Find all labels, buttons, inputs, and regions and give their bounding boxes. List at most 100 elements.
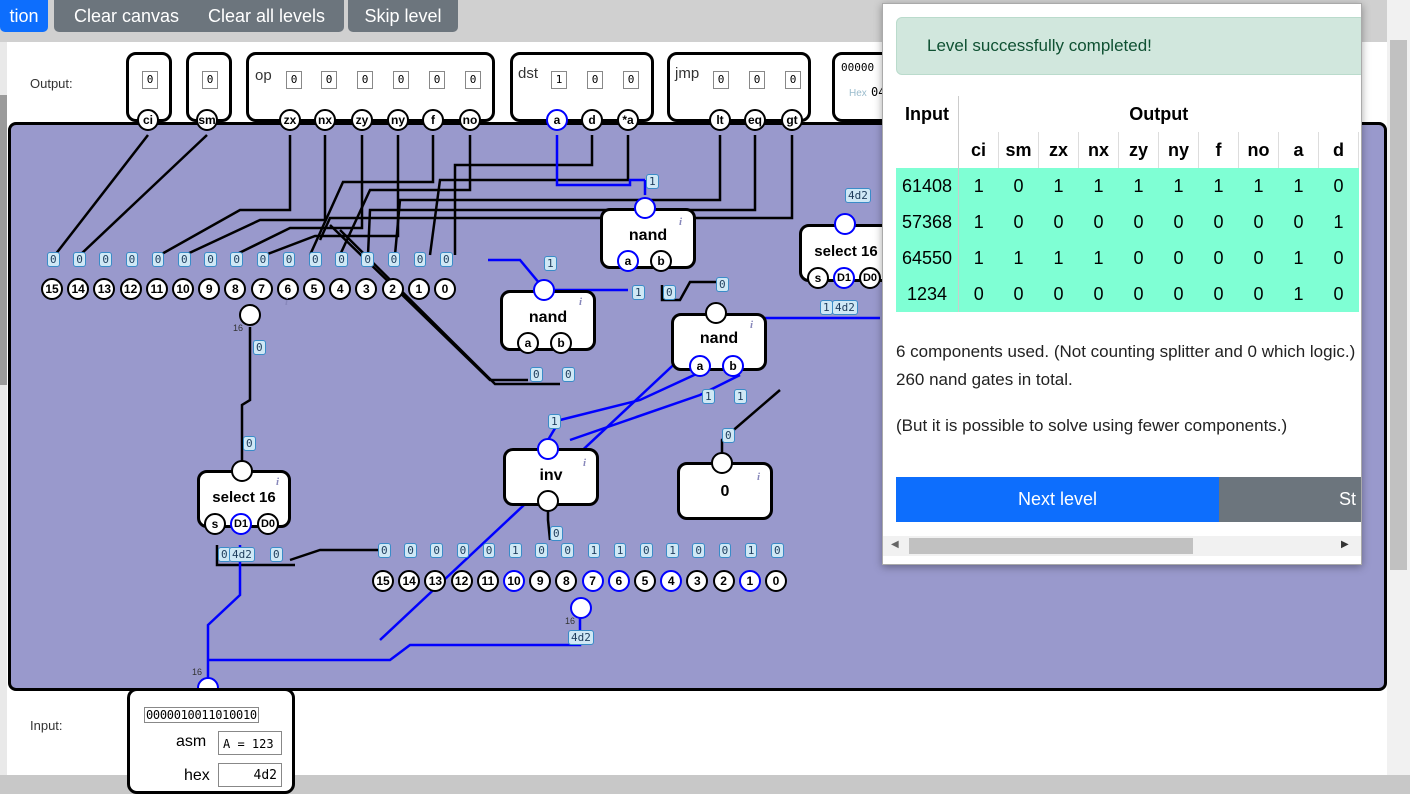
scroll-left-arrow-icon[interactable]: ◀ bbox=[891, 539, 899, 550]
row-output-cell: 0 bbox=[998, 204, 1039, 240]
row-output-cell: 0 bbox=[958, 276, 999, 312]
nand-gate-3-output-pin[interactable] bbox=[705, 302, 727, 324]
row-output-cell: 0 bbox=[998, 168, 1039, 204]
nand-gate-2-output-pin[interactable] bbox=[634, 197, 656, 219]
row-output-cell: 0 bbox=[1078, 276, 1119, 312]
bottom-splitter-bit-0[interactable]: 0 bbox=[765, 570, 787, 592]
nand-gate-2-pin-b[interactable]: b bbox=[650, 250, 672, 272]
pin-star-a[interactable]: *a bbox=[617, 109, 639, 131]
pin-no[interactable]: no bbox=[459, 109, 481, 131]
left-splitter-value-12: 0 bbox=[125, 252, 139, 267]
nand-gate-3-pin-b[interactable]: b bbox=[722, 355, 744, 377]
select16-left-pin-d1[interactable]: D1 bbox=[230, 513, 252, 535]
select16-right-pin-s[interactable]: s bbox=[807, 267, 829, 289]
nand-gate-3-pin-a[interactable]: a bbox=[689, 355, 711, 377]
nand-gate-1-pin-a[interactable]: a bbox=[517, 332, 539, 354]
select16-right-pin-d0[interactable]: D0 bbox=[859, 267, 881, 289]
left-splitter-info-icon[interactable]: i bbox=[285, 296, 288, 308]
bottom-splitter-bit-11[interactable]: 11 bbox=[476, 570, 499, 592]
bottom-splitter-bit-5[interactable]: 5 bbox=[634, 570, 656, 592]
pin-gt[interactable]: gt bbox=[781, 109, 803, 131]
input-hex-field[interactable]: 4d2 bbox=[218, 763, 282, 787]
pin-nx[interactable]: nx bbox=[314, 109, 336, 131]
bottom-splitter-bit-15[interactable]: 15 bbox=[372, 570, 394, 592]
left-splitter-bit-0[interactable]: 0 bbox=[434, 278, 456, 300]
pin-zy[interactable]: zy bbox=[351, 109, 373, 131]
nand-gate-2-out-value: 1 bbox=[646, 174, 659, 189]
nand-gate-1-out-value: 1 bbox=[544, 256, 557, 271]
select16-left-info-icon[interactable]: i bbox=[276, 476, 279, 488]
select16-left-pin-s[interactable]: s bbox=[204, 513, 226, 535]
pin-lt[interactable]: lt bbox=[709, 109, 731, 131]
bottom-splitter-bit-12[interactable]: 12 bbox=[450, 570, 473, 592]
left-splitter-bit-12[interactable]: 12 bbox=[119, 278, 142, 300]
row-output-cell: 0 bbox=[1238, 204, 1279, 240]
pin-f[interactable]: f bbox=[422, 109, 444, 131]
column-header-row: ci sm zx nx zy ny f no a d bbox=[896, 132, 1359, 168]
pin-eq[interactable]: eq bbox=[744, 109, 766, 131]
left-splitter-bit-5[interactable]: 5 bbox=[303, 278, 325, 300]
bottom-splitter-bit-10[interactable]: 10 bbox=[503, 570, 525, 592]
select16-left-output-pin[interactable] bbox=[231, 460, 253, 482]
left-splitter-bit-15[interactable]: 15 bbox=[41, 278, 63, 300]
nand-gate-3-out-value: 0 bbox=[716, 277, 729, 292]
left-splitter-bit-7[interactable]: 7 bbox=[250, 278, 273, 300]
row-output-cell: 1 bbox=[958, 204, 999, 240]
nand-gate-1-output-pin[interactable] bbox=[533, 279, 555, 301]
pin-a[interactable]: a bbox=[546, 109, 568, 131]
select16-right-output-pin[interactable] bbox=[834, 213, 856, 235]
bottom-splitter-bus-width: 16 bbox=[565, 616, 576, 626]
left-splitter-bit-1[interactable]: 1 bbox=[407, 278, 430, 300]
scroll-right-arrow-icon[interactable]: ▶ bbox=[1341, 539, 1349, 550]
input-asm-field[interactable]: A = 123 bbox=[218, 731, 282, 755]
inv-gate-output-pin[interactable] bbox=[537, 490, 559, 512]
next-level-button[interactable]: Next level bbox=[896, 477, 1219, 522]
constant-zero-info-icon[interactable]: i bbox=[757, 471, 760, 483]
horizontal-scrollbar[interactable]: ◀ ▶ bbox=[883, 536, 1361, 556]
row-output-cell: 1 bbox=[1318, 204, 1359, 240]
nand-gate-2-info-icon[interactable]: i bbox=[679, 216, 682, 228]
left-splitter-value-1: 0 bbox=[413, 252, 427, 267]
input-box: 0000010011010010 asm A = 123 hex 4d2 bbox=[127, 688, 295, 794]
row-input-cell: 1234 bbox=[896, 276, 959, 312]
row-output-cell: 0 bbox=[1038, 276, 1079, 312]
nand-gate-1-pin-b[interactable]: b bbox=[550, 332, 572, 354]
inv-gate-input-pin[interactable] bbox=[537, 438, 559, 460]
pin-sm[interactable]: sm bbox=[196, 109, 218, 131]
nand-gate-2-pin-a[interactable]: a bbox=[617, 250, 639, 272]
input-binary[interactable]: 0000010011010010 bbox=[144, 707, 259, 723]
start-button[interactable]: St bbox=[1219, 477, 1361, 522]
bottom-splitter-bit-1[interactable]: 1 bbox=[738, 570, 761, 592]
nand-gate-3-info-icon[interactable]: i bbox=[750, 319, 753, 331]
wire-ny bbox=[264, 135, 400, 257]
select16-right-label: select 16 bbox=[814, 243, 878, 260]
constant-zero-output-pin[interactable] bbox=[711, 452, 733, 474]
left-splitter-value-4: 0 bbox=[335, 252, 348, 267]
bottom-splitter-bit-7[interactable]: 7 bbox=[581, 570, 604, 592]
pin-ci[interactable]: ci bbox=[137, 109, 159, 131]
pin-zx[interactable]: zx bbox=[279, 109, 301, 131]
pin-d[interactable]: d bbox=[581, 109, 603, 131]
left-splitter-bit-11[interactable]: 11 bbox=[145, 278, 168, 300]
nand-gate-1-info-icon[interactable]: i bbox=[579, 296, 582, 308]
pin-ny[interactable]: ny bbox=[387, 109, 409, 131]
results-table: Input Output ci sm zx nx zy ny f no a d 61408 1 0 1 1… bbox=[896, 96, 1359, 312]
left-splitter-bit-2[interactable]: 2 bbox=[381, 278, 404, 300]
left-splitter-bit-10[interactable]: 10 bbox=[172, 278, 194, 300]
input-hex-label: hex bbox=[184, 767, 210, 784]
nand-gate-2-a-value: 1 bbox=[632, 285, 645, 300]
wire-zero bbox=[720, 389, 781, 455]
row-input-cell: 61408 bbox=[896, 168, 959, 204]
nand-gate-2-b-value: 0 bbox=[663, 285, 676, 300]
select16-left-pin-d0[interactable]: D0 bbox=[257, 513, 279, 535]
inv-gate-info-icon[interactable]: i bbox=[583, 457, 586, 469]
wire-ci bbox=[54, 134, 149, 256]
horizontal-scrollbar-thumb[interactable] bbox=[909, 538, 1193, 554]
row-output-cell: 0 bbox=[1318, 276, 1359, 312]
nand-gate-1-label: nand bbox=[528, 309, 568, 326]
bottom-splitter-value-11: 0 bbox=[482, 543, 496, 558]
select16-right-pin-d1[interactable]: D1 bbox=[833, 267, 855, 289]
constant-zero-label: 0 bbox=[720, 483, 730, 500]
bottom-splitter-bit-2[interactable]: 2 bbox=[712, 570, 735, 592]
bottom-splitter-bit-6[interactable]: 6 bbox=[607, 570, 630, 592]
